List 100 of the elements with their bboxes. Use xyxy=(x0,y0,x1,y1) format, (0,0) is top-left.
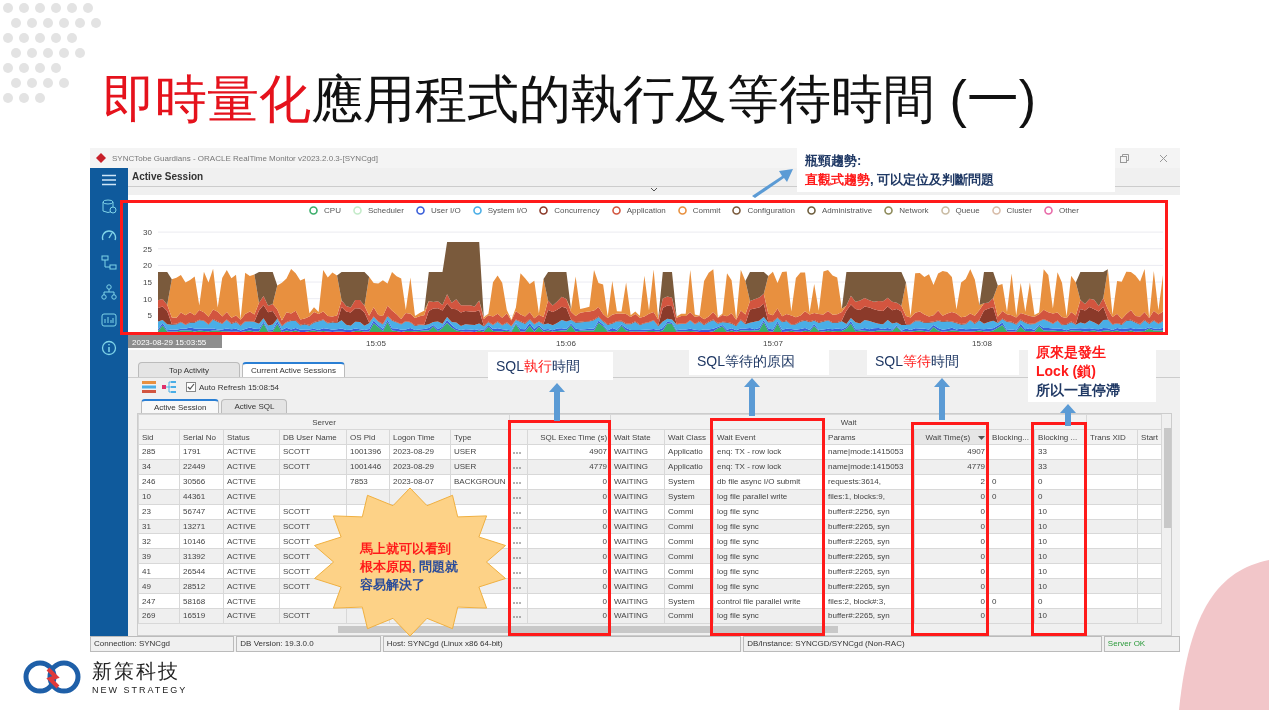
more-icon[interactable] xyxy=(513,512,522,515)
table-cell: SCOTT xyxy=(283,447,311,457)
sort-caret-icon xyxy=(978,435,986,440)
table-cell: System xyxy=(668,477,695,487)
more-icon[interactable] xyxy=(513,556,522,559)
auto-refresh-checkbox[interactable]: Auto Refresh 15:08:54 xyxy=(186,382,280,392)
table-cell: 0 xyxy=(980,551,986,561)
table-cell: 1791 xyxy=(183,447,201,457)
legend-item[interactable]: Cluster xyxy=(991,205,1032,215)
info-icon[interactable] xyxy=(101,340,117,356)
restore-icon[interactable] xyxy=(1120,153,1129,163)
table-cell: 34 xyxy=(142,462,151,472)
table-cell: 10 xyxy=(1038,611,1047,621)
table-cell: Commi xyxy=(668,581,694,591)
table-cell: 0 xyxy=(602,596,608,606)
table-cell: log file sync xyxy=(717,507,759,517)
diagram-icon[interactable] xyxy=(101,255,117,271)
table-cell: SCOTT xyxy=(283,581,311,591)
tree-view-icon[interactable] xyxy=(162,381,176,393)
more-icon[interactable] xyxy=(513,467,522,470)
starburst-text: 馬上就可以看到 根本原因, 問題就 容易解決了 xyxy=(360,540,459,594)
callout-text: 原來是發生 Lock (鎖) 所以一直停滯 xyxy=(1036,342,1120,400)
table-cell: 0 xyxy=(992,477,997,487)
table-cell: buffer#:2256, syn xyxy=(828,507,890,517)
table-cell: WAITING xyxy=(614,566,648,576)
table-cell: 32 xyxy=(142,536,151,546)
table-cell: ACTIVE xyxy=(227,611,256,621)
table-cell: ACTIVE xyxy=(227,581,256,591)
table-cell: 4779 xyxy=(967,462,986,472)
table-cell: 1001396 xyxy=(350,447,382,457)
table-cell: 31392 xyxy=(183,551,206,561)
table-cell: 33 xyxy=(1038,447,1047,457)
more-icon[interactable] xyxy=(513,586,522,589)
table-cell: SCOTT xyxy=(283,551,311,561)
status-field: Host: SYNCgd (Linux x86 64-bit) xyxy=(382,636,742,652)
more-icon[interactable] xyxy=(513,482,522,485)
legend-item[interactable]: Scheduler xyxy=(352,205,404,215)
table-cell: enq: TX - row lock xyxy=(717,462,782,472)
legend-item[interactable]: Application xyxy=(611,205,666,215)
more-icon[interactable] xyxy=(513,497,522,500)
table-cell: 2 xyxy=(980,477,986,487)
legend-item[interactable]: Queue xyxy=(940,205,980,215)
table-cell: Commi xyxy=(668,566,694,576)
legend-item[interactable]: System I/O xyxy=(472,205,528,215)
more-icon[interactable] xyxy=(513,541,522,544)
table-cell: Applicatio xyxy=(668,447,703,457)
table-cell: 0 xyxy=(1038,477,1043,487)
table-cell: SCOTT xyxy=(283,566,311,576)
table-cell: SCOTT xyxy=(283,522,311,531)
x-tick-label: 15:08 xyxy=(972,339,992,348)
more-icon[interactable] xyxy=(513,616,522,619)
table-cell: 4907 xyxy=(967,447,986,457)
table-cell: db file async I/O submit xyxy=(717,477,801,487)
legend-item[interactable]: Commit xyxy=(677,205,721,215)
tab[interactable]: Top Activity xyxy=(138,362,240,377)
more-icon[interactable] xyxy=(513,452,522,455)
more-icon[interactable] xyxy=(513,571,522,574)
table-cell: 0 xyxy=(1038,492,1043,502)
legend-item[interactable]: Configuration xyxy=(732,205,795,215)
table-cell: 0 xyxy=(602,492,608,502)
table-cell: log file sync xyxy=(717,566,759,576)
table-cell: 0 xyxy=(602,611,608,621)
tab[interactable]: Current Active Sessions xyxy=(242,362,345,377)
table-cell: log file sync xyxy=(717,536,759,546)
monitor-icon[interactable] xyxy=(101,313,117,327)
table-cell: 0 xyxy=(992,492,997,502)
legend-item[interactable]: Concurrency xyxy=(539,205,600,215)
legend-item[interactable]: User I/O xyxy=(415,205,461,215)
table-cell: 30566 xyxy=(183,477,206,487)
gauge-icon[interactable] xyxy=(101,228,117,242)
table-cell: WAITING xyxy=(614,522,648,531)
table-cell: WAITING xyxy=(614,581,648,591)
status-field: DB Version: 19.3.0.0 xyxy=(236,636,381,652)
status-field: Connection: SYNCgd xyxy=(90,636,235,652)
table-cell: ACTIVE xyxy=(227,522,256,531)
table-cell: 7853 xyxy=(350,477,368,487)
arrow-icon xyxy=(1060,404,1076,426)
list-view-icon[interactable] xyxy=(142,381,156,393)
more-icon[interactable] xyxy=(513,601,522,604)
horizontal-scrollbar[interactable] xyxy=(138,624,1171,635)
table-cell: Commi xyxy=(668,522,694,531)
tab[interactable]: Active Session xyxy=(141,399,220,413)
table-cell: requests:3614, xyxy=(828,477,881,487)
chevron-down-icon[interactable] xyxy=(650,187,658,192)
legend-item[interactable]: Administrative xyxy=(806,205,873,215)
legend-item[interactable]: CPU xyxy=(309,205,341,215)
legend-item[interactable]: Network xyxy=(884,205,929,215)
close-icon[interactable] xyxy=(1159,153,1168,163)
legend-item[interactable]: Other xyxy=(1043,205,1079,215)
menu-icon[interactable] xyxy=(101,174,117,186)
table-cell: 4779 xyxy=(589,462,608,472)
org-chart-icon[interactable] xyxy=(101,284,117,300)
table-cell: 10 xyxy=(1038,581,1047,591)
table-cell: 246 xyxy=(142,477,156,487)
tab[interactable]: Active SQL xyxy=(221,399,288,413)
table-cell: BACKGROUN xyxy=(454,477,506,487)
database-icon[interactable] xyxy=(101,199,117,215)
table-cell: System xyxy=(668,492,695,502)
vertical-scrollbar[interactable] xyxy=(1162,414,1171,624)
page-title: Active Session xyxy=(131,170,204,184)
